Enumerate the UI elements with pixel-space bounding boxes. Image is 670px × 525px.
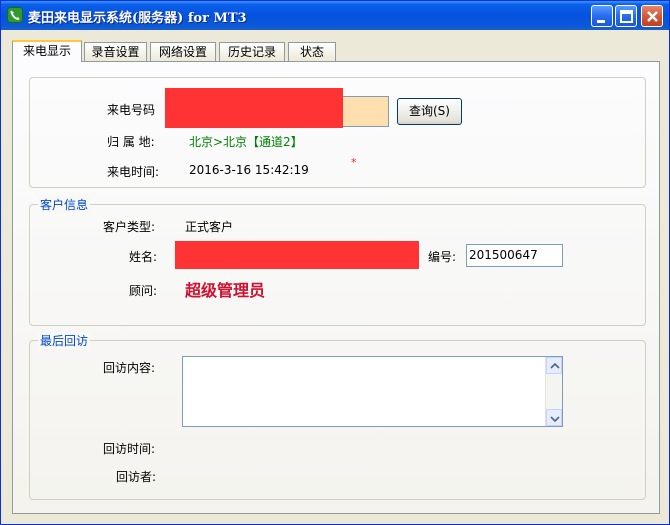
scroll-down-button[interactable] [546, 409, 562, 426]
main-window: 麦田来电显示系统(服务器) for MT3 来电显示 录音设置 网络设置 历史记… [0, 0, 670, 525]
arrow-up-icon [550, 362, 560, 369]
tab-caller-id[interactable]: 来电显示 [12, 40, 82, 62]
close-button[interactable] [641, 5, 663, 27]
followup-content-textarea[interactable] [182, 356, 563, 427]
followup-content-label: 回访内容: [103, 361, 156, 375]
caller-number-field[interactable] [342, 96, 389, 127]
red-marker: * [351, 156, 357, 169]
customer-type-value: 正式客户 [185, 220, 234, 234]
location-value: 北京>北京【通道2】 [189, 135, 303, 149]
arrow-down-icon [550, 416, 560, 423]
close-icon [647, 11, 658, 22]
followup-title: 最后回访 [38, 332, 91, 349]
maximize-button[interactable] [615, 5, 637, 27]
followup-time-label: 回访时间: [103, 442, 156, 456]
redacted-customer-name [175, 241, 419, 269]
tab-network-settings[interactable]: 网络设置 [150, 42, 216, 61]
location-label: 归 属 地: [107, 135, 155, 149]
minimize-icon [597, 20, 605, 23]
followup-person-label: 回访者: [116, 470, 157, 484]
phone-icon [7, 7, 23, 23]
call-time-label: 来电时间: [107, 165, 160, 179]
title-bar[interactable]: 麦田来电显示系统(服务器) for MT3 [1, 1, 669, 30]
advisor-value: 超级管理员 [185, 281, 266, 300]
customer-type-label: 客户类型: [103, 220, 156, 234]
redacted-caller-number [165, 88, 343, 128]
window-title: 麦田来电显示系统(服务器) for MT3 [28, 11, 247, 26]
minimize-button[interactable] [591, 5, 613, 27]
customer-id-label: 编号: [428, 250, 457, 264]
scroll-up-button[interactable] [546, 357, 562, 374]
query-button[interactable]: 查询(S) [397, 98, 462, 125]
tab-history[interactable]: 历史记录 [219, 42, 285, 61]
maximize-icon [620, 10, 633, 23]
advisor-label: 顾问: [129, 284, 158, 298]
followup-content-scrollbar[interactable] [545, 357, 562, 426]
customer-info-title: 客户信息 [38, 196, 91, 213]
customer-name-label: 姓名: [129, 250, 158, 264]
tab-status[interactable]: 状态 [288, 42, 336, 61]
customer-id-field[interactable]: 201500647 [466, 244, 563, 267]
tab-recording-settings[interactable]: 录音设置 [84, 42, 147, 61]
call-time-value: 2016-3-16 15:42:19 [189, 163, 309, 177]
caller-number-label: 来电号码 [107, 103, 156, 117]
